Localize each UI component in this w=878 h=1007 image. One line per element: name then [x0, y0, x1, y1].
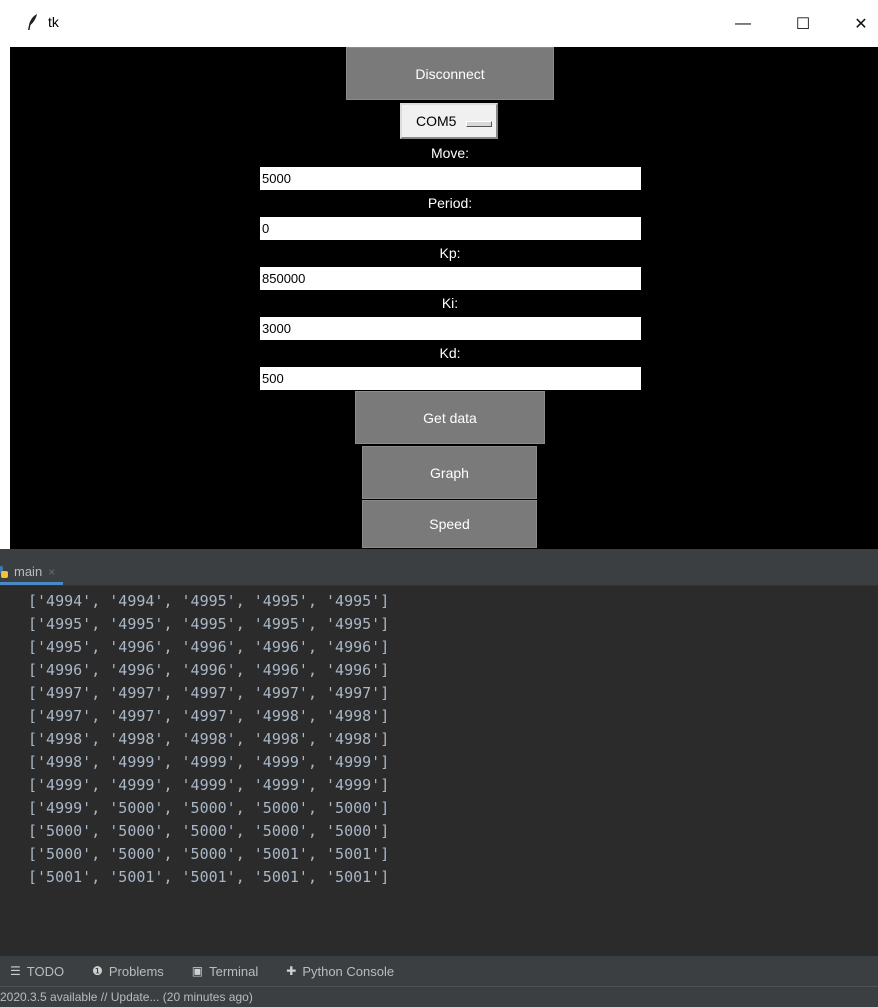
maximize-button[interactable]: ☐: [780, 0, 826, 47]
close-button[interactable]: ✕: [838, 0, 878, 47]
port-select[interactable]: COM5: [400, 103, 498, 139]
python-console-icon: ✚: [286, 964, 297, 978]
problems-tool-button[interactable]: ❶ Problems: [92, 964, 164, 979]
port-select-value: COM5: [416, 113, 457, 129]
terminal-label: Terminal: [209, 963, 259, 979]
python-file-icon: [0, 565, 8, 578]
console-line: ['4994', '4994', '4995', '4995', '4995']: [28, 592, 390, 610]
ide-splitter[interactable]: [0, 549, 878, 561]
run-tab-label: main: [14, 564, 43, 579]
graph-button[interactable]: Graph: [362, 446, 537, 499]
console-line: ['4998', '4998', '4998', '4998', '4998']: [28, 730, 390, 748]
kp-input[interactable]: [260, 267, 641, 290]
disconnect-button[interactable]: Disconnect: [346, 47, 554, 100]
kd-label: Kd:: [439, 345, 461, 361]
move-label: Move:: [430, 145, 470, 161]
kp-label: Kp:: [439, 245, 461, 261]
console-line: ['5001', '5001', '5001', '5001', '5001']: [28, 868, 390, 886]
warning-icon: ❶: [92, 964, 103, 978]
console-line: ['4999', '5000', '5000', '5000', '5000']: [28, 799, 390, 817]
tool-window-bar: ☰ TODO ❶ Problems ▣ Terminal ✚ Python Co…: [0, 956, 878, 986]
console-line: ['4998', '4999', '4999', '4999', '4999']: [28, 753, 390, 771]
window-title: tk: [48, 14, 59, 30]
console-line: ['4995', '4995', '4995', '4995', '4995']: [28, 615, 390, 633]
kd-input[interactable]: [260, 367, 641, 390]
tab-close-icon[interactable]: ×: [48, 565, 55, 579]
move-input[interactable]: [260, 167, 641, 190]
run-tab-main[interactable]: main ×: [0, 561, 64, 585]
run-tab-bar: main ×: [0, 561, 878, 586]
tk-feather-icon: [28, 14, 37, 30]
run-console-output: ['4994', '4994', '4995', '4995', '4995']…: [10, 586, 878, 956]
minimize-button[interactable]: —: [720, 0, 766, 47]
problems-label: Problems: [108, 963, 164, 979]
console-line: ['5000', '5000', '5000', '5000', '5000']: [28, 822, 390, 840]
list-icon: ☰: [10, 964, 21, 978]
python-console-tool-button[interactable]: ✚ Python Console: [286, 964, 394, 979]
terminal-tool-button[interactable]: ▣ Terminal: [192, 964, 258, 979]
console-line: ['4996', '4996', '4996', '4996', '4996']: [28, 661, 390, 679]
period-label: Period:: [427, 195, 473, 211]
period-input[interactable]: [260, 217, 641, 240]
console-line: ['4999', '4999', '4999', '4999', '4999']: [28, 776, 390, 794]
todo-tool-button[interactable]: ☰ TODO: [10, 964, 64, 979]
status-bar: 2020.3.5 available // Update... (20 minu…: [0, 986, 878, 1007]
title-bar: tk — ☐ ✕: [10, 0, 878, 47]
ki-input[interactable]: [260, 317, 641, 340]
ki-label: Ki:: [441, 295, 459, 311]
console-line: ['4997', '4997', '4997', '4998', '4998']: [28, 707, 390, 725]
console-line: ['4997', '4997', '4997', '4997', '4997']: [28, 684, 390, 702]
console-line: ['4995', '4996', '4996', '4996', '4996']: [28, 638, 390, 656]
get-data-button[interactable]: Get data: [355, 391, 545, 444]
update-status-text[interactable]: 2020.3.5 available // Update... (20 minu…: [0, 990, 253, 1004]
console-line: ['5000', '5000', '5000', '5001', '5001']: [28, 845, 390, 863]
python-console-label: Python Console: [302, 963, 395, 979]
todo-label: TODO: [26, 963, 65, 979]
tk-app-window: tk — ☐ ✕ Disconnect COM5 Move: Period: K…: [0, 0, 878, 549]
speed-button[interactable]: Speed: [362, 500, 537, 548]
option-menu-indicator-icon: [466, 121, 493, 127]
terminal-icon: ▣: [191, 964, 204, 978]
